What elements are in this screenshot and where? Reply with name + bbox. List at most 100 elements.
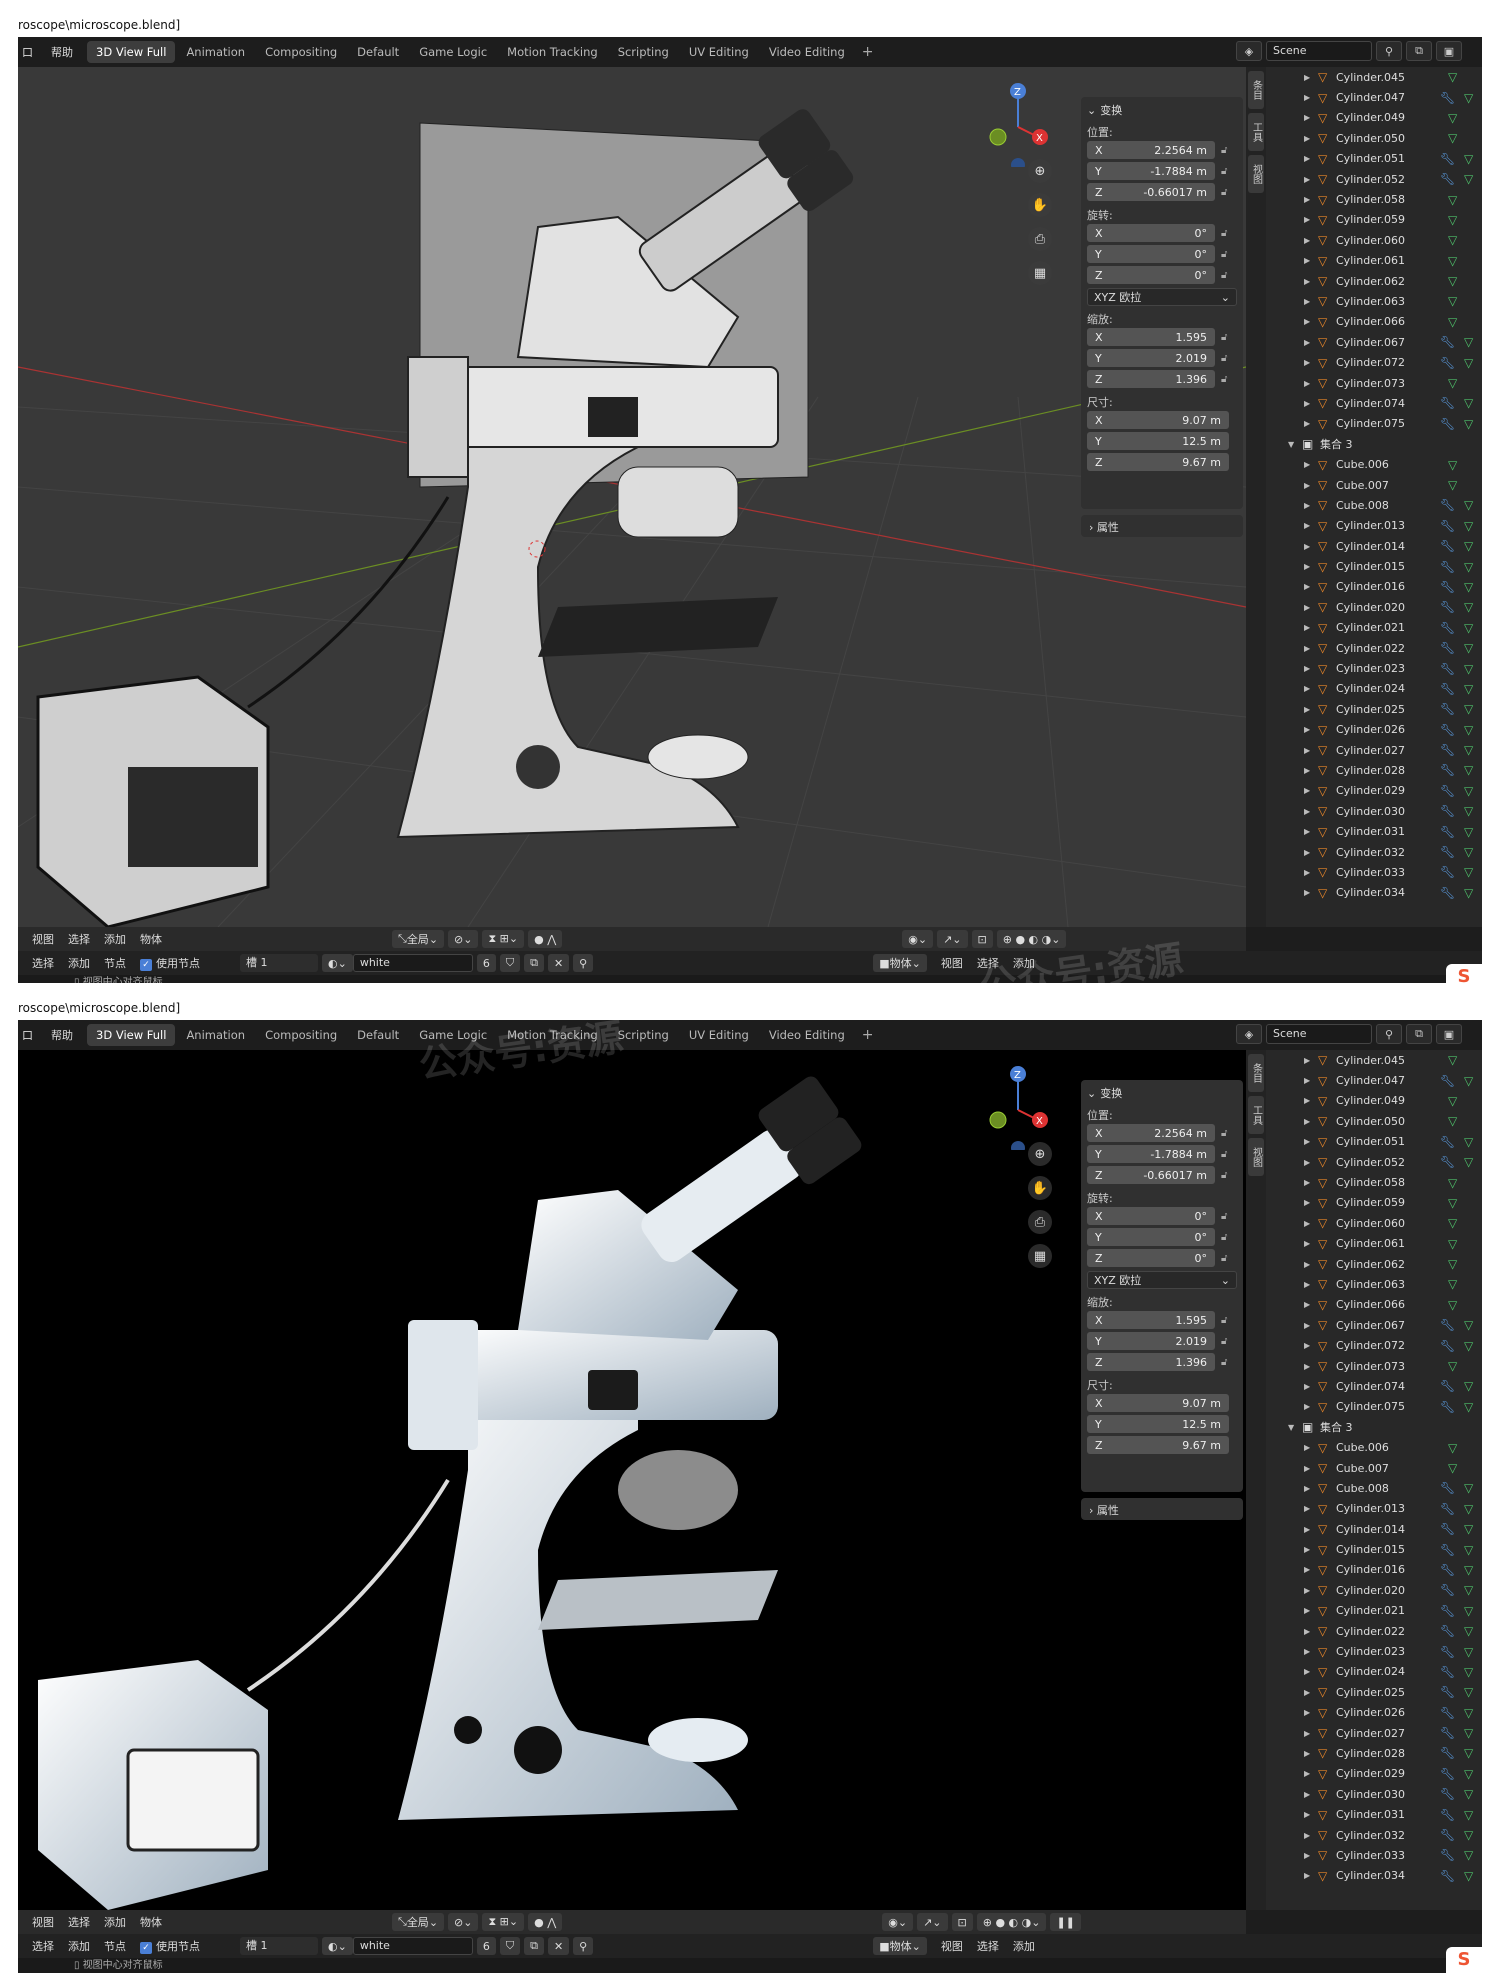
node-menu-add[interactable]: 添加 <box>68 1938 90 1954</box>
outliner-item[interactable]: ▶ ▽ Cylinder.051 🔧︎ ▽ <box>1266 149 1482 169</box>
outliner-item[interactable]: ▶ ▽ Cylinder.020 🔧︎ ▽ <box>1266 597 1482 617</box>
chevron-right-icon[interactable]: ▶ <box>1304 1239 1310 1248</box>
lock-icon[interactable]: 🔓︎ <box>1221 374 1227 385</box>
outliner-item[interactable]: ▶ ▽ Cylinder.058 ▽ <box>1266 1172 1482 1192</box>
location-z-field[interactable]: Z -0.66017 m <box>1087 1166 1215 1184</box>
wrench-icon[interactable]: 🔧︎ <box>1440 825 1455 839</box>
pivot-icon[interactable]: ⊘⌄ <box>448 930 479 948</box>
mesh-data-icon[interactable]: ▽ <box>1464 560 1473 574</box>
dims-z-field[interactable]: Z 9.67 m <box>1087 1436 1229 1454</box>
wrench-icon[interactable]: 🔧︎ <box>1440 519 1455 533</box>
outliner-item[interactable]: ▶ ▽ Cylinder.067 🔧︎ ▽ <box>1266 332 1482 352</box>
rotation-mode-select[interactable]: XYZ 欧拉 ⌄ <box>1087 288 1237 306</box>
tab-view[interactable]: 视图 <box>1248 155 1264 193</box>
mesh-data-icon[interactable]: ▽ <box>1448 315 1457 329</box>
outliner-item[interactable]: ▶ ▽ Cylinder.025 🔧︎ ▽ <box>1266 1682 1482 1702</box>
outliner-item[interactable]: ▶ ▽ Cylinder.052 🔧︎ ▽ <box>1266 169 1482 189</box>
mesh-data-icon[interactable]: ▽ <box>1464 152 1473 166</box>
outliner-item[interactable]: ▶ ▽ Cylinder.047 🔧︎ ▽ <box>1266 87 1482 107</box>
outliner-item[interactable]: ▶ ▽ Cylinder.051 🔧︎ ▽ <box>1266 1132 1482 1152</box>
outliner-item[interactable]: ▶ ▽ Cylinder.029 🔧︎ ▽ <box>1266 1764 1482 1784</box>
mesh-data-icon[interactable]: ▽ <box>1464 498 1473 512</box>
mesh-data-icon[interactable]: ▽ <box>1448 1237 1457 1251</box>
mesh-data-icon[interactable]: ▽ <box>1448 131 1457 145</box>
mesh-data-icon[interactable]: ▽ <box>1448 254 1457 268</box>
transform-header[interactable]: ⌄ 变换 <box>1087 1084 1237 1102</box>
mesh-data-icon[interactable]: ▽ <box>1464 1074 1473 1088</box>
wrench-icon[interactable]: 🔧︎ <box>1440 743 1455 757</box>
node-menu-select[interactable]: 选择 <box>32 955 54 971</box>
chevron-right-icon[interactable]: ▶ <box>1304 1382 1310 1391</box>
duplicate-icon[interactable]: ⧉ <box>524 954 544 972</box>
wrench-icon[interactable]: 🔧︎ <box>1440 1543 1455 1557</box>
outliner-item[interactable]: ▶ ▽ Cylinder.025 🔧︎ ▽ <box>1266 699 1482 719</box>
lock-icon[interactable]: 🔓︎ <box>1221 249 1227 260</box>
gizmo-icon[interactable]: ↗⌄ <box>917 1913 948 1931</box>
rotation-x-field[interactable]: X 0° <box>1087 1207 1215 1225</box>
lock-icon[interactable]: 🔓︎ <box>1221 1149 1227 1160</box>
tab-video-editing[interactable]: Video Editing <box>760 1024 854 1046</box>
wrench-icon[interactable]: 🔧︎ <box>1440 845 1455 859</box>
mesh-data-icon[interactable]: ▽ <box>1448 1094 1457 1108</box>
outliner-item[interactable]: ▶ ▽ Cylinder.022 🔧︎ ▽ <box>1266 1621 1482 1641</box>
chevron-right-icon[interactable]: ▶ <box>1304 501 1310 510</box>
wrench-icon[interactable]: 🔧︎ <box>1440 1074 1455 1088</box>
scene-icon[interactable]: ◈ <box>1236 1024 1262 1044</box>
wrench-icon[interactable]: 🔧︎ <box>1440 152 1455 166</box>
pin-icon[interactable]: ⚲ <box>1376 41 1402 61</box>
wrench-icon[interactable]: 🔧︎ <box>1440 1481 1455 1495</box>
wrench-icon[interactable]: 🔧︎ <box>1440 662 1455 676</box>
view-layer-icon[interactable]: ▣ <box>1436 1024 1462 1044</box>
outliner-item[interactable]: ▶ ▽ Cylinder.058 ▽ <box>1266 189 1482 209</box>
tab-default[interactable]: Default <box>348 1024 408 1046</box>
chevron-right-icon[interactable]: ▶ <box>1304 399 1310 408</box>
wrench-icon[interactable]: 🔧︎ <box>1440 560 1455 574</box>
material-sphere-icon[interactable]: ◐⌄ <box>322 1937 353 1955</box>
overlay-icon[interactable]: ◉⌄ <box>882 1913 914 1931</box>
mesh-data-icon[interactable]: ▽ <box>1464 1318 1473 1332</box>
mesh-data-icon[interactable]: ▽ <box>1464 1645 1473 1659</box>
wrench-icon[interactable]: 🔧︎ <box>1440 580 1455 594</box>
navigation-gizmo[interactable]: Z X <box>978 77 1058 172</box>
zoom-icon[interactable]: ⊕ <box>1028 1142 1052 1166</box>
tab-item[interactable]: 条目 <box>1248 1054 1264 1092</box>
grid-icon[interactable]: ▦ <box>1028 1244 1052 1268</box>
wrench-icon[interactable]: 🔧︎ <box>1440 621 1455 635</box>
chevron-right-icon[interactable]: ▶ <box>1304 1056 1310 1065</box>
mesh-data-icon[interactable]: ▽ <box>1464 335 1473 349</box>
outliner-item[interactable]: ▶ ▽ Cylinder.033 🔧︎ ▽ <box>1266 862 1482 882</box>
mesh-data-icon[interactable]: ▽ <box>1464 1543 1473 1557</box>
mesh-data-icon[interactable]: ▽ <box>1464 172 1473 186</box>
wrench-icon[interactable]: 🔧︎ <box>1440 1848 1455 1862</box>
outliner-item[interactable]: ▶ ▽ Cylinder.021 🔧︎ ▽ <box>1266 618 1482 638</box>
wrench-icon[interactable]: 🔧︎ <box>1440 91 1455 105</box>
3d-viewport[interactable]: Z X ⊕ ✋ ⎙ ▦ ⌄ 变换 位置: X 2.2564 m 🔓︎ Y -1.7884… <box>18 1050 1246 1910</box>
chevron-right-icon[interactable]: ▶ <box>1304 1280 1310 1289</box>
outliner-item[interactable]: ▶ ▽ Cube.006 ▽ <box>1266 1437 1482 1457</box>
tab-default[interactable]: Default <box>348 41 408 63</box>
menu-help[interactable]: 帮助 <box>51 1027 73 1043</box>
view-layer-icon[interactable]: ▣ <box>1436 41 1462 61</box>
pause-render-icon[interactable]: ❚❚ <box>1050 1913 1081 1931</box>
chevron-right-icon[interactable]: ▶ <box>1304 1810 1310 1819</box>
mesh-data-icon[interactable]: ▽ <box>1464 845 1473 859</box>
chevron-right-icon[interactable]: ▶ <box>1304 1708 1310 1717</box>
outliner-item[interactable]: ▶ ▽ Cylinder.059 ▽ <box>1266 210 1482 230</box>
mesh-data-icon[interactable]: ▽ <box>1448 1114 1457 1128</box>
mesh-data-icon[interactable]: ▽ <box>1448 1257 1457 1271</box>
mesh-data-icon[interactable]: ▽ <box>1464 1828 1473 1842</box>
mesh-data-icon[interactable]: ▽ <box>1464 865 1473 879</box>
outliner-item[interactable]: ▶ ▽ Cylinder.027 🔧︎ ▽ <box>1266 1723 1482 1743</box>
3d-viewport[interactable]: Z X ⊕ ✋ ⎙ ▦ ⌄ 变换 位置: X 2.2564 m 🔓︎ Y -1.7884… <box>18 67 1246 927</box>
wrench-icon[interactable]: 🔧︎ <box>1440 763 1455 777</box>
wrench-icon[interactable]: 🔧︎ <box>1440 1706 1455 1720</box>
outliner-item[interactable]: ▶ ▽ Cylinder.049 ▽ <box>1266 108 1482 128</box>
wrench-icon[interactable]: 🔧︎ <box>1440 1726 1455 1740</box>
chevron-right-icon[interactable]: ▶ <box>1304 888 1310 897</box>
wrench-icon[interactable]: 🔧︎ <box>1440 1155 1455 1169</box>
rotation-y-field[interactable]: Y 0° <box>1087 245 1215 263</box>
mesh-data-icon[interactable]: ▽ <box>1464 519 1473 533</box>
mesh-data-icon[interactable]: ▽ <box>1464 1767 1473 1781</box>
wrench-icon[interactable]: 🔧︎ <box>1440 1522 1455 1536</box>
node-menu-select[interactable]: 选择 <box>32 1938 54 1954</box>
